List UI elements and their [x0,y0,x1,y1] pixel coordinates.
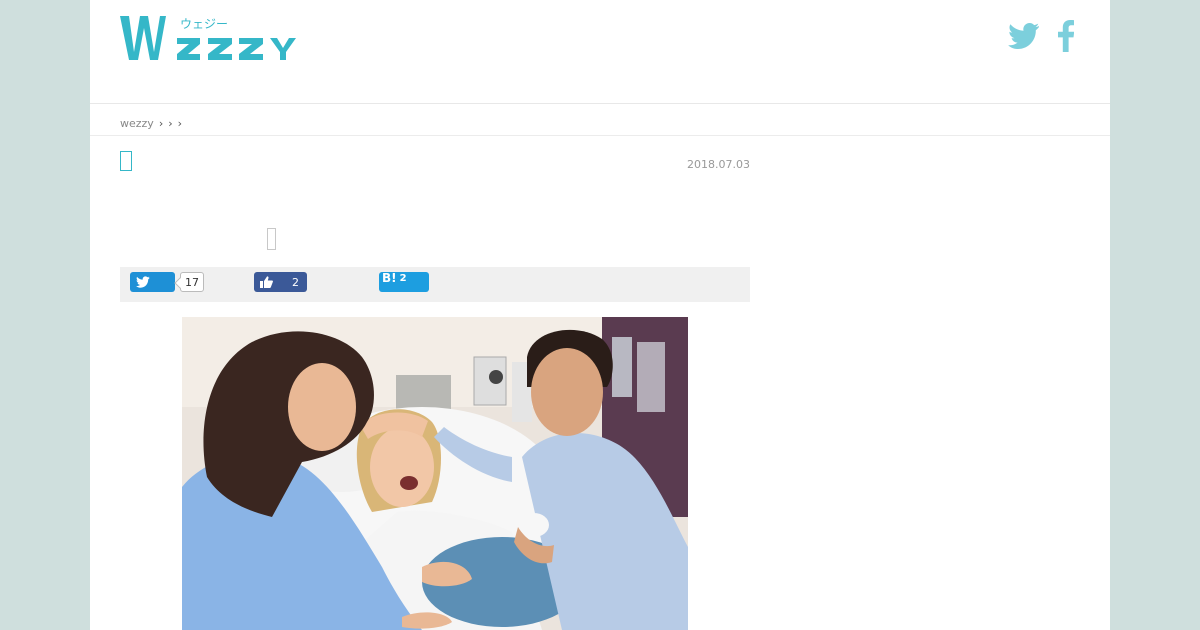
breadcrumb-separator: › [177,117,183,130]
page-container: ウェジー wezzy › › › 2018.07.03 17 2 B! 2 [90,0,1110,630]
site-logo[interactable]: ウェジー [120,12,300,64]
twitter-share-count: 17 [180,272,204,292]
breadcrumb-home-link[interactable]: wezzy [120,117,154,130]
header-social-links [1008,20,1074,52]
twitter-icon[interactable] [1008,23,1040,49]
breadcrumb-separator: › [168,117,173,130]
hatena-bookmark-button[interactable]: B! 2 [379,272,429,292]
logo-kana-text: ウェジー [180,17,228,31]
article-main-image [182,317,688,630]
childbirth-photo [182,317,688,630]
site-header: ウェジー [90,0,1110,104]
twitter-icon [136,276,150,288]
hatena-bookmark-icon: B! [382,271,397,285]
facebook-like-count: 2 [292,275,299,289]
facebook-icon[interactable] [1058,20,1074,52]
thumbs-up-icon [260,276,273,288]
breadcrumb-separator: › [158,117,164,130]
breadcrumb: wezzy › › › [120,117,182,130]
facebook-like-button[interactable]: 2 [254,272,307,292]
hatena-bookmark-count: 2 [399,273,407,284]
article-date: 2018.07.03 [687,158,750,171]
category-icon[interactable] [120,151,132,171]
article-title-placeholder-icon [267,228,276,250]
divider [90,135,1110,136]
twitter-share-button[interactable] [130,272,175,292]
share-bar: 17 2 B! 2 [120,267,750,302]
